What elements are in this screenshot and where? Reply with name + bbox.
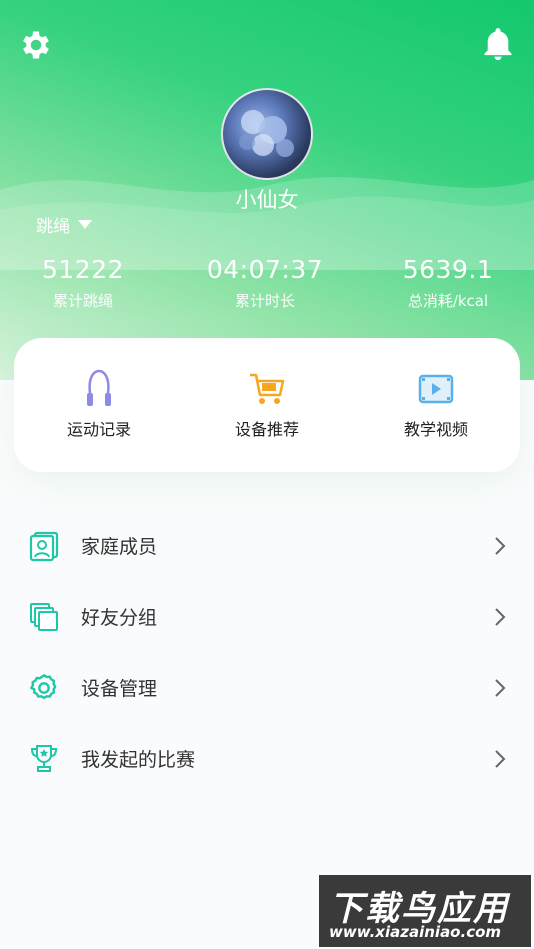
- jump-rope-icon: [87, 369, 111, 406]
- shopping-cart-icon: [250, 373, 285, 404]
- stat-label: 总消耗/kcal: [407, 292, 489, 310]
- shortcut-teaching-videos[interactable]: 教学视频: [366, 368, 506, 440]
- menu-label: 设备管理: [81, 678, 158, 700]
- menu-label: 家庭成员: [81, 536, 158, 558]
- stat-duration: 04:07:37 累计时长: [176, 255, 354, 311]
- avatar-flowers-image: [239, 110, 294, 157]
- chevron-right-icon: [495, 537, 506, 555]
- stat-label: 累计跳绳: [52, 292, 113, 310]
- menu-label: 我发起的比赛: [81, 749, 196, 771]
- menu-item-family-members[interactable]: 家庭成员: [0, 510, 534, 581]
- settings-menu: 家庭成员 好友分组 设备管理 我发起的比赛: [0, 510, 534, 794]
- shortcut-label: 教学视频: [403, 420, 468, 439]
- watermark-url: www.xiazainiao.com: [329, 923, 502, 941]
- watermark: 下载鸟应用 www.xiazainiao.com: [319, 875, 531, 947]
- stat-value: 5639.1: [402, 255, 494, 284]
- stat-calories: 5639.1 总消耗/kcal: [359, 255, 534, 311]
- shortcut-label: 设备推荐: [234, 420, 299, 439]
- sport-mode-label: 跳绳: [36, 217, 70, 237]
- chevron-right-icon: [495, 679, 506, 697]
- notification-bell-icon[interactable]: [478, 24, 518, 64]
- settings-gear-icon[interactable]: [16, 25, 56, 65]
- shortcut-label: 运动记录: [66, 420, 131, 439]
- video-icon: [418, 374, 454, 404]
- shortcuts-card: 运动记录 设备推荐 教学视频: [14, 338, 520, 472]
- family-members-icon: [29, 531, 59, 562]
- trophy-icon: [30, 745, 58, 772]
- shortcut-exercise-records[interactable]: 运动记录: [29, 368, 169, 440]
- stat-jump-count: 51222 累计跳绳: [0, 255, 172, 311]
- friend-groups-icon: [30, 603, 58, 631]
- gear-icon: [30, 674, 57, 700]
- avatar[interactable]: [221, 88, 313, 180]
- sport-mode-dropdown[interactable]: 跳绳: [36, 212, 92, 237]
- stat-value: 04:07:37: [206, 255, 324, 284]
- username: 小仙女: [235, 188, 299, 212]
- stat-label: 累计时长: [234, 292, 295, 310]
- shortcut-device-recommend[interactable]: 设备推荐: [197, 368, 337, 440]
- chevron-right-icon: [495, 750, 506, 768]
- stat-value: 51222: [41, 255, 125, 284]
- menu-item-friend-groups[interactable]: 好友分组: [0, 581, 534, 652]
- caret-down-icon: [78, 219, 92, 229]
- menu-label: 好友分组: [81, 607, 158, 629]
- menu-item-my-competitions[interactable]: 我发起的比赛: [0, 723, 534, 794]
- menu-item-device-management[interactable]: 设备管理: [0, 652, 534, 723]
- chevron-right-icon: [495, 608, 506, 626]
